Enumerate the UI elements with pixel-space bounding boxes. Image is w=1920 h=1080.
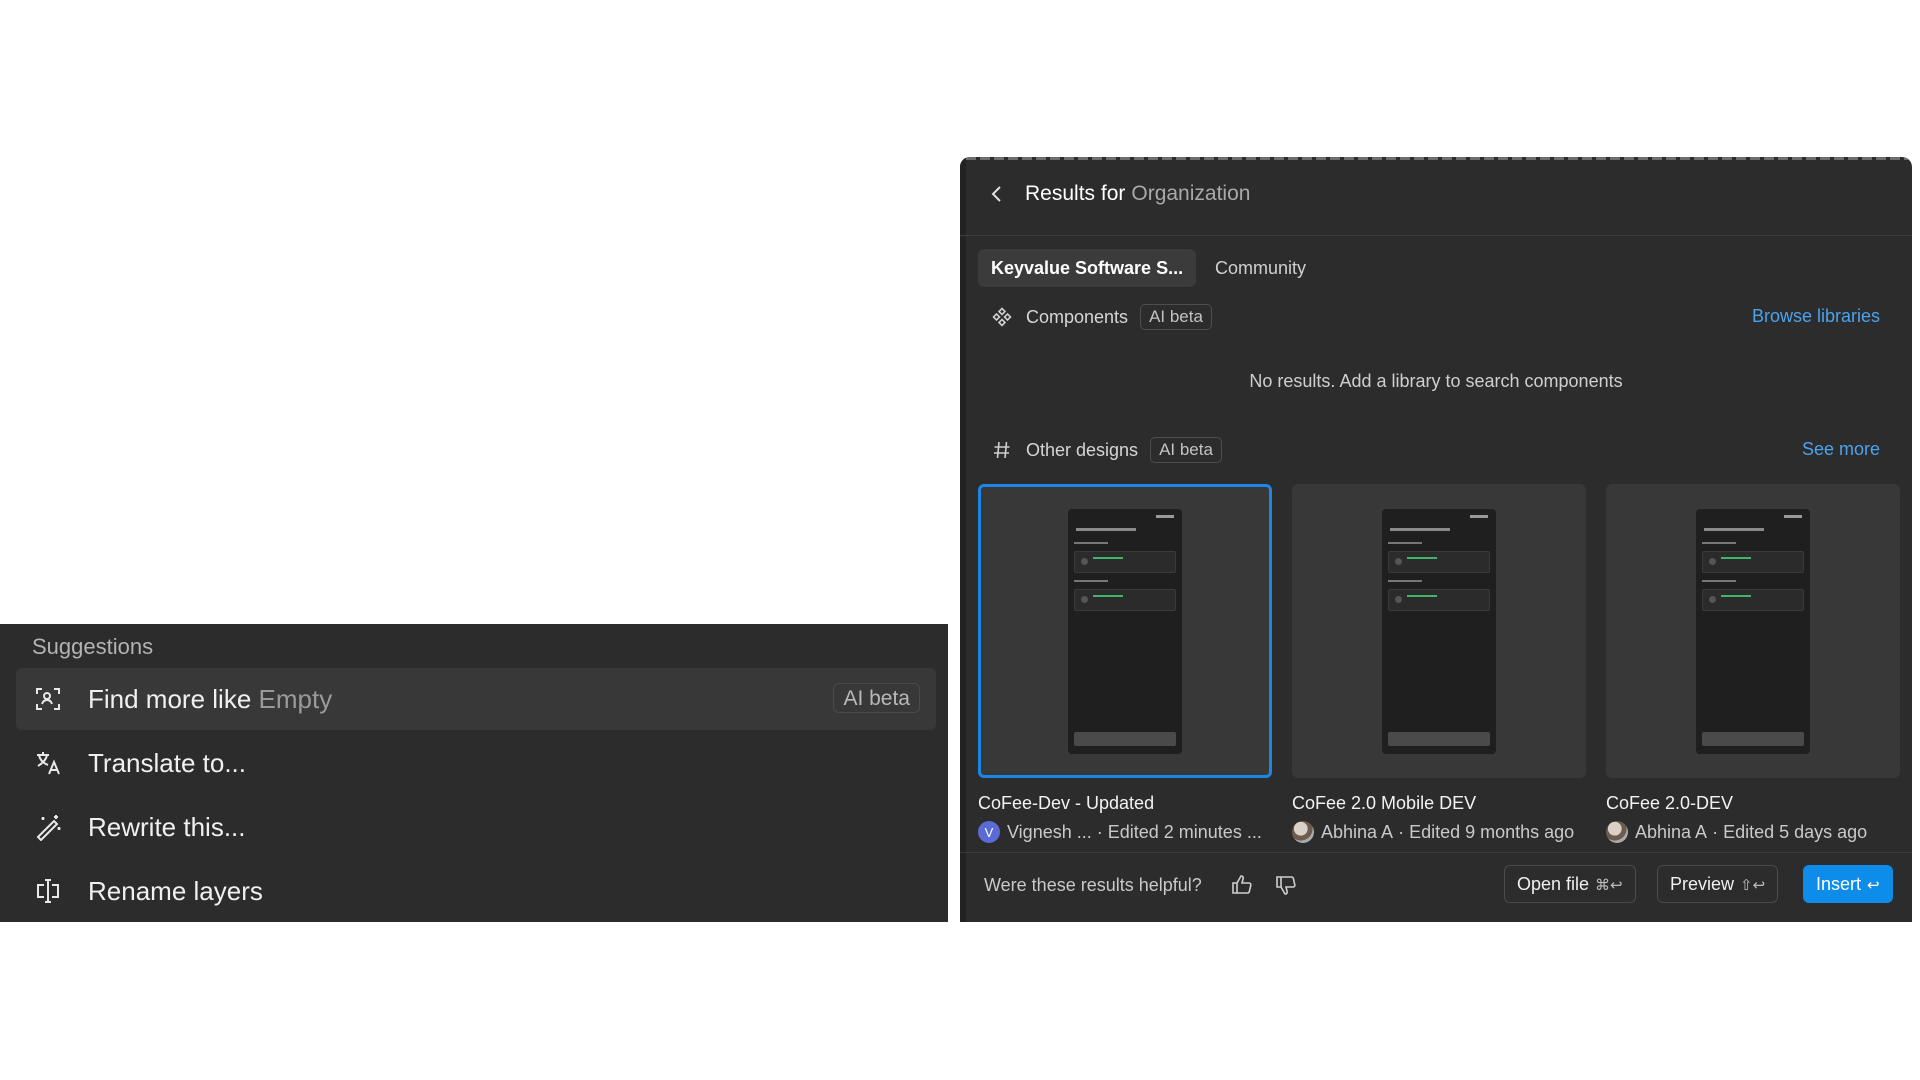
feedback-question: Were these results helpful?	[984, 875, 1202, 895]
mobile-screen-preview	[1696, 509, 1810, 754]
suggestions-title: Suggestions	[32, 634, 154, 659]
design-thumbnail[interactable]	[978, 484, 1272, 778]
design-author: Vignesh ...	[1007, 821, 1092, 842]
find-similar-icon	[34, 685, 62, 713]
open-file-shortcut: ⌘↩	[1595, 877, 1623, 894]
design-edited: · Edited 2 minutes ...	[1096, 821, 1262, 842]
ai-beta-badge: AI beta	[1140, 304, 1212, 330]
other-designs-section-header: Other designs AI beta	[992, 435, 1222, 465]
results-footer: Were these results helpful? Open file ⌘↩ …	[960, 852, 1912, 922]
design-edited: · Edited 5 days ago	[1712, 821, 1868, 842]
components-label: Components	[1026, 306, 1129, 327]
component-icon	[992, 307, 1012, 327]
browse-libraries-link[interactable]: Browse libraries	[1752, 306, 1880, 327]
rename-icon	[34, 877, 62, 905]
tab-organization[interactable]: Keyvalue Software S...	[978, 249, 1197, 287]
results-panel: Results for Organization Keyvalue Softwar…	[960, 157, 1912, 922]
suggestion-label: Translate to...	[88, 747, 246, 778]
design-name: CoFee 2.0 Mobile DEV	[1292, 793, 1477, 813]
results-title: Results for Organization	[1025, 182, 1250, 206]
suggestion-translate[interactable]: Translate to...	[16, 732, 936, 794]
avatar	[1606, 821, 1628, 843]
preview-shortcut: ⇧↩	[1740, 877, 1766, 894]
hash-icon	[992, 440, 1012, 460]
open-file-label: Open file	[1517, 874, 1590, 894]
design-thumbnail[interactable]	[1292, 484, 1586, 778]
design-meta: Abhina A · Edited 5 days ago	[1606, 821, 1900, 843]
other-designs-label: Other designs	[1026, 439, 1139, 460]
results-header: Results for Organization	[960, 157, 1912, 236]
ai-beta-badge: AI beta	[1150, 437, 1222, 463]
suggestion-label: Find more like	[88, 683, 252, 714]
tab-community[interactable]: Community	[1202, 249, 1319, 287]
insert-button[interactable]: Insert ↩	[1803, 865, 1893, 903]
suggestion-label: Rename layers	[88, 875, 263, 906]
design-author: Abhina A	[1635, 821, 1708, 842]
design-name: CoFee-Dev - Updated	[978, 793, 1155, 813]
insert-label: Insert	[1816, 874, 1862, 894]
design-edited: · Edited 9 months ago	[1398, 821, 1575, 842]
thumbs-down-icon[interactable]	[1274, 873, 1298, 897]
components-section-header: Components AI beta	[992, 302, 1212, 332]
preview-label: Preview	[1670, 874, 1735, 894]
suggestion-rewrite[interactable]: Rewrite this...	[16, 796, 936, 858]
ai-beta-badge: AI beta	[833, 683, 920, 713]
design-meta: Abhina A · Edited 9 months ago	[1292, 821, 1586, 843]
suggestions-panel: Suggestions Find more like Empty AI beta…	[0, 624, 948, 922]
suggestion-rename-layers[interactable]: Rename layers	[16, 860, 936, 922]
insert-shortcut: ↩	[1867, 877, 1880, 894]
suggestion-label-target: Empty	[258, 683, 333, 714]
open-file-button[interactable]: Open file ⌘↩	[1504, 865, 1636, 903]
panel-edge	[960, 157, 966, 922]
see-more-link[interactable]: See more	[1802, 439, 1880, 460]
mobile-screen-preview	[1068, 509, 1182, 754]
mobile-screen-preview	[1382, 509, 1496, 754]
design-thumbnail[interactable]	[1606, 484, 1900, 778]
results-title-query: Organization	[1131, 182, 1251, 205]
design-card[interactable]: CoFee 2.0 Mobile DEV Abhina A · Edited 9…	[1292, 484, 1586, 843]
results-title-prefix: Results for	[1025, 182, 1126, 205]
design-card[interactable]: CoFee 2.0-DEV Abhina A · Edited 5 days a…	[1606, 484, 1900, 843]
back-arrow-icon[interactable]	[986, 183, 1008, 205]
design-name: CoFee 2.0-DEV	[1606, 793, 1734, 813]
translate-icon	[34, 749, 62, 777]
thumbs-up-icon[interactable]	[1230, 873, 1254, 897]
suggestion-find-more-like[interactable]: Find more like Empty AI beta	[16, 668, 936, 730]
magic-wand-icon	[34, 813, 62, 841]
preview-button[interactable]: Preview ⇧↩	[1657, 865, 1779, 903]
components-empty-message: No results. Add a library to search comp…	[1249, 371, 1623, 391]
design-card[interactable]: CoFee-Dev - Updated V Vignesh ... · Edit…	[978, 484, 1272, 843]
avatar: V	[978, 821, 1000, 843]
design-meta: V Vignesh ... · Edited 2 minutes ...	[978, 821, 1272, 843]
suggestion-label: Rewrite this...	[88, 811, 246, 842]
design-author: Abhina A	[1321, 821, 1394, 842]
avatar	[1292, 821, 1314, 843]
